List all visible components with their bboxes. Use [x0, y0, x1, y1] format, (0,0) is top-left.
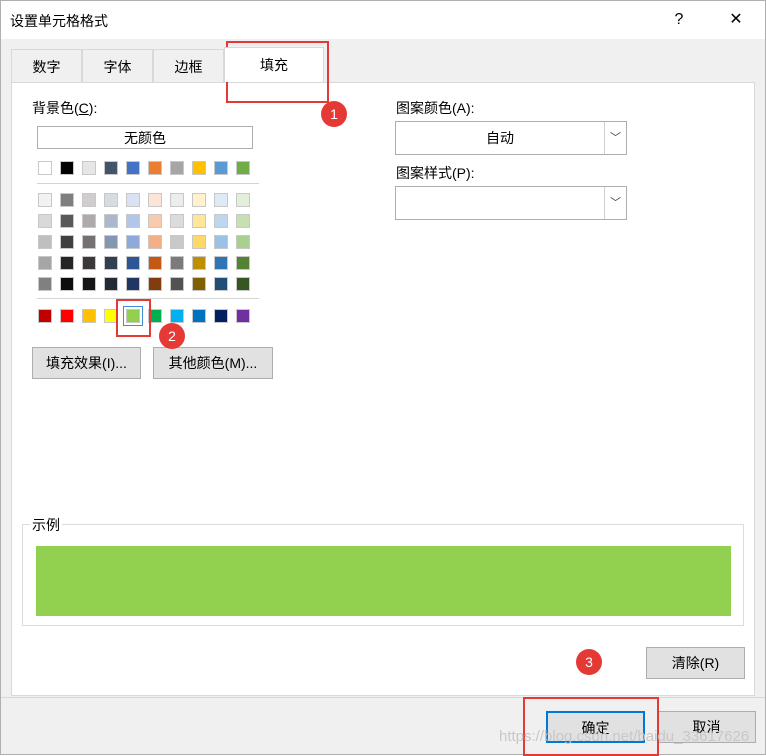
- theme-color-swatch[interactable]: [214, 161, 228, 175]
- theme-color-swatch[interactable]: [38, 161, 52, 175]
- theme-shade-swatch[interactable]: [104, 256, 118, 270]
- close-button[interactable]: ✕: [721, 7, 751, 33]
- theme-shade-swatch[interactable]: [170, 214, 184, 228]
- watermark: https://blog.csdn.net/baidu_33617626: [499, 728, 750, 745]
- theme-shade-swatch[interactable]: [60, 193, 74, 207]
- pattern-color-value: 自动: [486, 130, 514, 146]
- pattern-style-select[interactable]: ﹀: [395, 186, 627, 220]
- no-color-button[interactable]: 无颜色: [37, 126, 253, 149]
- standard-color-swatch[interactable]: [192, 309, 206, 323]
- theme-color-swatch[interactable]: [104, 161, 118, 175]
- chevron-down-icon: ﹀: [604, 122, 626, 154]
- standard-color-swatch[interactable]: [236, 309, 250, 323]
- theme-color-swatch[interactable]: [192, 161, 206, 175]
- theme-shade-swatch[interactable]: [104, 235, 118, 249]
- tab-font[interactable]: 字体: [82, 49, 153, 82]
- theme-shade-swatch[interactable]: [148, 193, 162, 207]
- theme-shade-swatch[interactable]: [126, 256, 140, 270]
- theme-shade-swatch[interactable]: [126, 235, 140, 249]
- theme-shade-swatch[interactable]: [236, 277, 250, 291]
- annotation-badge-1: 1: [321, 101, 347, 127]
- pattern-color-select[interactable]: 自动 ﹀: [395, 121, 627, 155]
- theme-shade-swatch[interactable]: [214, 235, 228, 249]
- theme-shade-swatch[interactable]: [126, 277, 140, 291]
- theme-shade-swatch[interactable]: [192, 193, 206, 207]
- theme-shade-swatch[interactable]: [82, 256, 96, 270]
- theme-shade-swatch[interactable]: [192, 277, 206, 291]
- close-icon: ✕: [729, 11, 743, 28]
- pattern-color-label: 图案颜色(A):: [396, 100, 475, 116]
- tab-border[interactable]: 边框: [153, 49, 224, 82]
- theme-shade-swatch[interactable]: [214, 277, 228, 291]
- theme-shade-swatch[interactable]: [236, 235, 250, 249]
- theme-shade-swatch[interactable]: [38, 235, 52, 249]
- sample-label: 示例: [30, 515, 62, 535]
- theme-shade-swatch[interactable]: [38, 193, 52, 207]
- theme-shade-swatch[interactable]: [82, 214, 96, 228]
- theme-color-swatch[interactable]: [148, 161, 162, 175]
- fill-effects-button[interactable]: 填充效果(I)...: [32, 347, 141, 379]
- theme-shade-swatch[interactable]: [104, 277, 118, 291]
- theme-shade-swatch[interactable]: [126, 193, 140, 207]
- theme-color-swatch[interactable]: [170, 161, 184, 175]
- chevron-down-icon: ﹀: [604, 187, 626, 219]
- theme-shade-swatch[interactable]: [236, 193, 250, 207]
- help-button[interactable]: ?: [664, 7, 694, 33]
- standard-color-swatch[interactable]: [170, 309, 184, 323]
- annotation-box-ok: [523, 697, 659, 756]
- theme-shade-swatch[interactable]: [170, 256, 184, 270]
- theme-shade-swatch[interactable]: [214, 214, 228, 228]
- theme-shade-swatch[interactable]: [60, 235, 74, 249]
- clear-button[interactable]: 清除(R): [646, 647, 745, 679]
- theme-shade-swatch[interactable]: [192, 214, 206, 228]
- theme-shade-swatch[interactable]: [214, 193, 228, 207]
- theme-shade-swatch[interactable]: [170, 193, 184, 207]
- sample-preview: [36, 546, 731, 616]
- theme-shade-swatch[interactable]: [60, 214, 74, 228]
- theme-shade-swatch[interactable]: [148, 277, 162, 291]
- theme-shade-swatch[interactable]: [82, 193, 96, 207]
- theme-shade-swatch[interactable]: [60, 277, 74, 291]
- theme-shade-swatch[interactable]: [38, 256, 52, 270]
- theme-shade-swatch[interactable]: [104, 214, 118, 228]
- background-color-label: 背景色(C):: [32, 100, 98, 116]
- dialog-title: 设置单元格格式: [10, 13, 108, 29]
- theme-shade-swatch[interactable]: [170, 277, 184, 291]
- pattern-style-label: 图案样式(P):: [396, 165, 475, 181]
- theme-shade-swatch[interactable]: [60, 256, 74, 270]
- theme-color-swatch[interactable]: [60, 161, 74, 175]
- theme-color-swatch[interactable]: [236, 161, 250, 175]
- theme-shade-swatch[interactable]: [82, 235, 96, 249]
- theme-shade-swatch[interactable]: [104, 193, 118, 207]
- annotation-box-swatch: [116, 299, 151, 337]
- theme-shade-swatch[interactable]: [170, 235, 184, 249]
- standard-color-swatch[interactable]: [38, 309, 52, 323]
- theme-shade-swatch[interactable]: [192, 235, 206, 249]
- theme-shade-swatch[interactable]: [38, 214, 52, 228]
- palette-divider: [37, 183, 259, 184]
- standard-color-swatch[interactable]: [82, 309, 96, 323]
- standard-color-swatch[interactable]: [60, 309, 74, 323]
- theme-shade-swatch[interactable]: [148, 235, 162, 249]
- tab-number[interactable]: 数字: [11, 49, 82, 82]
- theme-shade-swatch[interactable]: [236, 256, 250, 270]
- theme-shade-swatch[interactable]: [126, 214, 140, 228]
- theme-color-swatch[interactable]: [126, 161, 140, 175]
- tab-fill[interactable]: 填充: [224, 47, 324, 82]
- theme-shade-swatch[interactable]: [82, 277, 96, 291]
- annotation-badge-3: 3: [576, 649, 602, 675]
- format-cells-dialog: 设置单元格格式 ? ✕ 数字 字体 边框 填充 背景色(C): 无颜色 填充效果…: [0, 0, 766, 756]
- theme-shade-swatch[interactable]: [38, 277, 52, 291]
- title-bar: 设置单元格格式 ? ✕: [1, 1, 765, 39]
- theme-shade-swatch[interactable]: [214, 256, 228, 270]
- annotation-badge-2: 2: [159, 323, 185, 349]
- theme-shade-swatch[interactable]: [236, 214, 250, 228]
- theme-shade-swatch[interactable]: [148, 256, 162, 270]
- theme-shade-swatch[interactable]: [148, 214, 162, 228]
- theme-color-swatch[interactable]: [82, 161, 96, 175]
- standard-color-swatch[interactable]: [214, 309, 228, 323]
- theme-shade-swatch[interactable]: [192, 256, 206, 270]
- more-colors-button[interactable]: 其他颜色(M)...: [153, 347, 273, 379]
